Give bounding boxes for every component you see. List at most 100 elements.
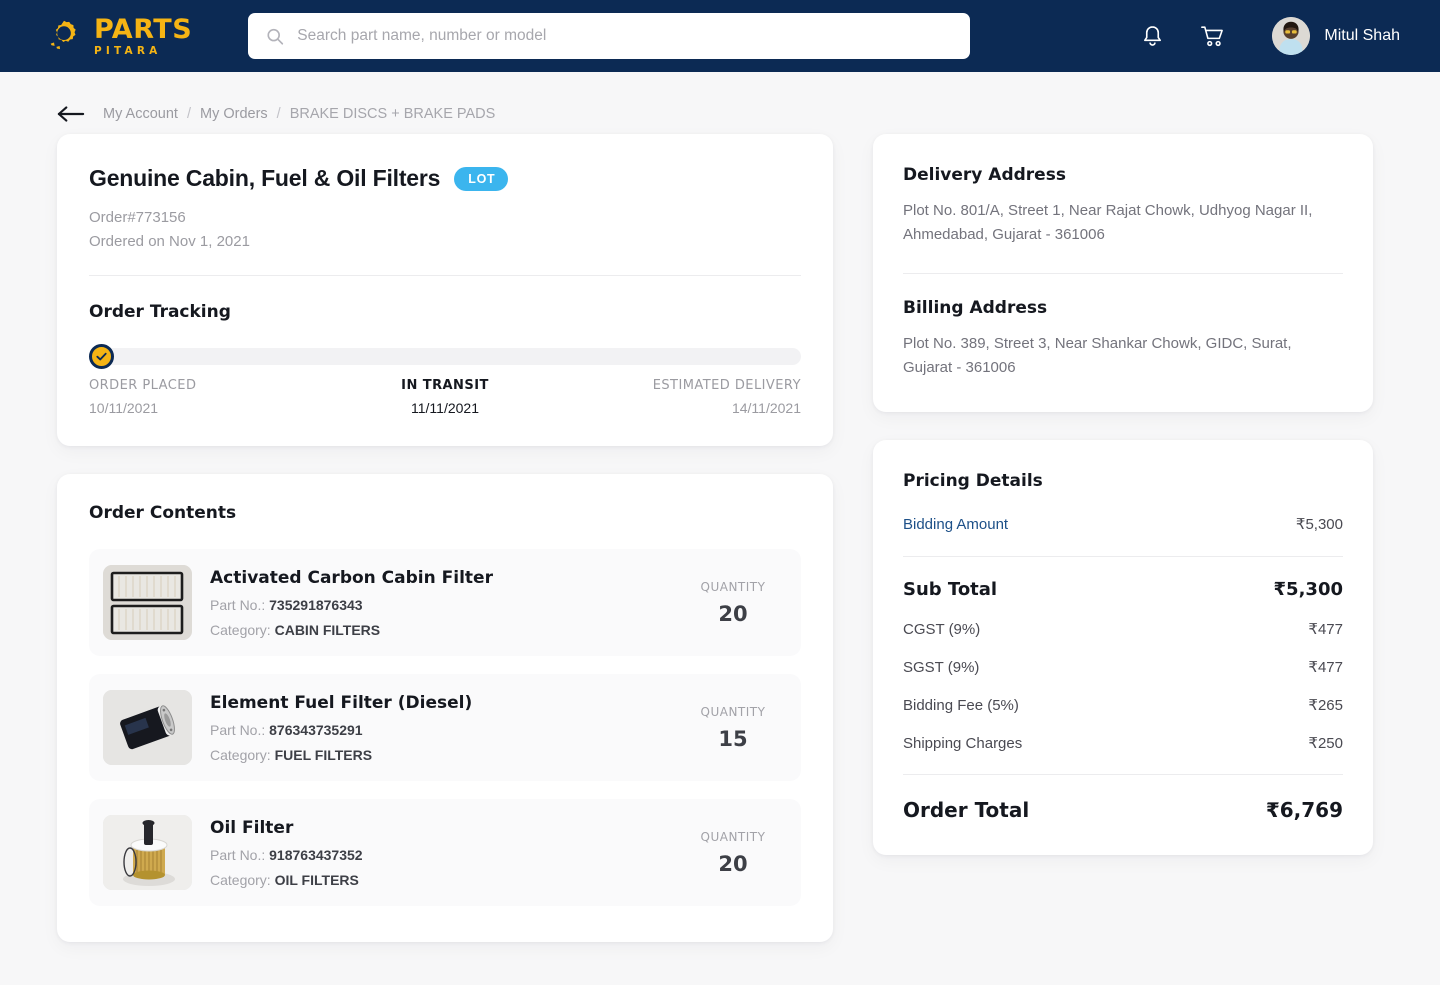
item-quantity: QUANTITY 20 xyxy=(687,580,779,626)
quantity-label: QUANTITY xyxy=(700,579,766,594)
order-total-label: Order Total xyxy=(903,798,1030,823)
cgst-label: CGST (9%) xyxy=(903,621,981,639)
breadcrumb: My Account / My Orders / BRAKE DISCS + B… xyxy=(0,72,1440,134)
arrow-left-icon xyxy=(57,106,85,122)
cart-button[interactable] xyxy=(1200,24,1226,49)
part-label: Part No.: xyxy=(210,846,266,863)
sub-total-value: ₹5,300 xyxy=(1273,579,1343,601)
tracking-step-label: ORDER PLACED xyxy=(89,378,197,393)
bell-icon xyxy=(1144,25,1162,46)
pricing-row-sgst: SGST (9%) ₹477 xyxy=(903,658,1343,676)
address-card: Delivery Address Plot No. 801/A, Street … xyxy=(873,134,1373,413)
breadcrumb-item-current: BRAKE DISCS + BRAKE PADS xyxy=(289,106,496,122)
quantity-value: 15 xyxy=(718,726,748,751)
divider xyxy=(903,556,1343,558)
breadcrumb-item-my-orders[interactable]: My Orders xyxy=(200,106,268,122)
fuel-filter-image xyxy=(103,690,192,765)
cart-icon xyxy=(1201,25,1224,46)
billing-address-value: Plot No. 389, Street 3, Near Shankar Cho… xyxy=(903,334,1292,376)
tracking-step-date: 14/11/2021 xyxy=(731,400,801,416)
logo-text-main: PARTS xyxy=(94,13,193,45)
bidding-amount-value: ₹5,300 xyxy=(1295,516,1343,534)
left-column: Genuine Cabin, Fuel & Oil Filters LOT Or… xyxy=(57,134,833,942)
page-title: Genuine Cabin, Fuel & Oil Filters xyxy=(89,165,441,191)
top-header: PARTS PITARA Search part name, number or… xyxy=(0,0,1440,72)
page-body: Genuine Cabin, Fuel & Oil Filters LOT Or… xyxy=(0,134,1440,942)
search-input[interactable] xyxy=(297,27,953,45)
breadcrumb-separator: / xyxy=(186,106,191,122)
gear-icon xyxy=(50,20,76,50)
tracking-progress-bar xyxy=(89,344,801,369)
part-label: Part No.: xyxy=(210,721,266,738)
bidding-fee-value: ₹265 xyxy=(1308,697,1343,715)
billing-address-heading: Billing Address xyxy=(903,297,1048,318)
item-category: Category: FUEL FILTERS xyxy=(210,747,669,763)
bidding-fee-label: Bidding Fee (5%) xyxy=(903,697,1019,715)
divider xyxy=(89,275,801,276)
notifications-button[interactable] xyxy=(1141,24,1164,49)
list-item[interactable]: Element Fuel Filter (Diesel) Part No.: 8… xyxy=(89,674,801,781)
tracking-step-estimated-delivery: ESTIMATED DELIVERY 14/11/2021 xyxy=(564,378,801,416)
item-quantity: QUANTITY 20 xyxy=(687,830,779,876)
order-contents-heading: Order Contents xyxy=(89,503,237,523)
pricing-row-bidding-fee: Bidding Fee (5%) ₹265 xyxy=(903,696,1343,714)
logo-text-sub: PITARA xyxy=(94,44,162,57)
tracking-step-date: 10/11/2021 xyxy=(89,400,159,416)
order-date: Ordered on Nov 1, 2021 xyxy=(89,233,250,250)
breadcrumb-separator: / xyxy=(276,106,281,122)
list-item[interactable]: Activated Carbon Cabin Filter Part No.: … xyxy=(89,549,801,656)
sgst-label: SGST (9%) xyxy=(903,659,980,677)
divider xyxy=(903,774,1343,776)
quantity-value: 20 xyxy=(718,601,748,626)
tracking-step-in-transit: IN TRANSIT 11/11/2021 xyxy=(326,378,563,416)
quantity-label: QUANTITY xyxy=(700,704,766,719)
tracking-step-label: ESTIMATED DELIVERY xyxy=(652,378,801,393)
part-label: Part No.: xyxy=(210,596,266,613)
shipping-charges-value: ₹250 xyxy=(1308,735,1343,753)
category-label: Category: xyxy=(210,871,271,888)
pricing-details-card: Pricing Details Bidding Amount ₹5,300 Su… xyxy=(873,440,1373,856)
tracking-step-order-placed: ORDER PLACED 10/11/2021 xyxy=(89,378,326,416)
oil-filter-image xyxy=(103,815,192,890)
item-name: Oil Filter xyxy=(210,817,294,838)
order-items-list: Activated Carbon Cabin Filter Part No.: … xyxy=(89,549,801,906)
category-value: FUEL FILTERS xyxy=(274,746,373,763)
check-circle-icon xyxy=(89,344,114,369)
sub-total-label: Sub Total xyxy=(903,579,998,601)
order-summary-card: Genuine Cabin, Fuel & Oil Filters LOT Or… xyxy=(57,134,833,446)
item-part-number: Part No.: 918763437352 xyxy=(210,847,669,863)
brand-logo[interactable]: PARTS PITARA xyxy=(45,16,192,57)
item-category: Category: OIL FILTERS xyxy=(210,872,669,888)
sgst-value: ₹477 xyxy=(1308,659,1343,677)
avatar xyxy=(1272,17,1311,55)
search-bar[interactable] xyxy=(248,13,971,59)
category-label: Category: xyxy=(210,621,271,638)
pricing-row-bidding-amount: Bidding Amount ₹5,300 xyxy=(903,515,1343,533)
pricing-row-sub-total: Sub Total ₹5,300 xyxy=(903,579,1343,600)
user-name: Mitul Shah xyxy=(1324,27,1400,44)
user-menu[interactable]: Mitul Shah xyxy=(1272,17,1400,55)
pricing-details-heading: Pricing Details xyxy=(903,471,1043,492)
order-contents-card: Order Contents Activated Carbon Cabin Fi… xyxy=(57,474,833,942)
item-category: Category: CABIN FILTERS xyxy=(210,622,669,638)
search-icon xyxy=(267,28,284,45)
bidding-amount-link[interactable]: Bidding Amount xyxy=(903,516,1008,533)
part-value: 735291876343 xyxy=(269,596,363,613)
delivery-address-value: Plot No. 801/A, Street 1, Near Rajat Cho… xyxy=(903,202,1313,244)
list-item[interactable]: Oil Filter Part No.: 918763437352 Catego… xyxy=(89,799,801,906)
item-quantity: QUANTITY 15 xyxy=(687,705,779,751)
order-number: Order#773156 xyxy=(89,209,186,226)
cgst-value: ₹477 xyxy=(1308,621,1343,639)
item-part-number: Part No.: 735291876343 xyxy=(210,597,669,613)
part-value: 876343735291 xyxy=(269,721,363,738)
pricing-row-order-total: Order Total ₹6,769 xyxy=(903,798,1343,822)
tracking-step-date: 11/11/2021 xyxy=(410,400,479,416)
quantity-value: 20 xyxy=(718,851,748,876)
order-total-value: ₹6,769 xyxy=(1265,798,1343,823)
category-value: CABIN FILTERS xyxy=(274,621,381,638)
item-name: Activated Carbon Cabin Filter xyxy=(210,567,493,588)
back-button[interactable] xyxy=(57,104,85,124)
order-tracking-heading: Order Tracking xyxy=(89,302,231,322)
breadcrumb-item-my-account[interactable]: My Account xyxy=(103,106,178,122)
shipping-charges-label: Shipping Charges xyxy=(903,735,1023,753)
